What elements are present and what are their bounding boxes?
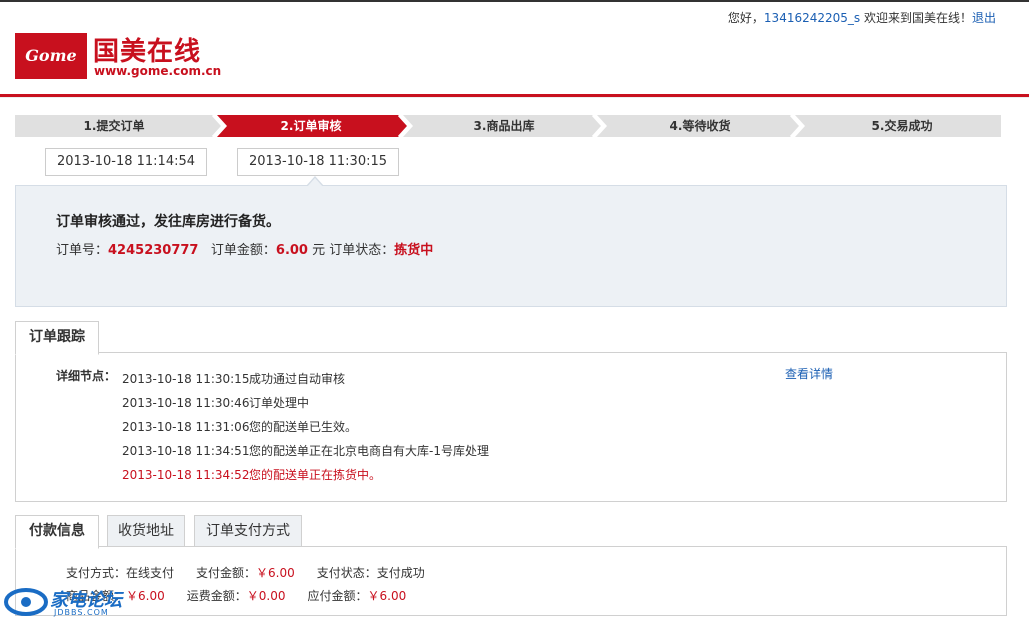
welcome-bar: 您好，13416242205_s 欢迎来到国美在线！退出	[728, 9, 996, 26]
order-progress-steps: 1.提交订单 2.订单审核 3.商品出库 4.等待收货 5.交易成功	[15, 115, 1001, 137]
tab-payment-info[interactable]: 付款信息	[15, 515, 99, 549]
order-state: 拣货中	[394, 243, 434, 258]
step-trade-success: 5.交易成功	[871, 119, 933, 133]
forum-watermark: 家电论坛 JDBBS.COM	[4, 586, 128, 620]
header-divider-shadow	[0, 97, 1029, 98]
due-amount-label: 应付金额：	[307, 589, 368, 603]
logout-link[interactable]: 退出	[972, 11, 996, 25]
status-title: 订单审核通过，发往库房进行备货。	[56, 214, 280, 230]
step-pointer-inner	[307, 178, 323, 187]
order-number-label: 订单号：	[56, 243, 109, 258]
order-status-panel: 订单审核通过，发往库房进行备货。 订单号：4245230777 订单金额：6.0…	[15, 185, 1007, 307]
tracking-text: 成功通过自动审核	[249, 372, 346, 386]
forum-site: JDBBS.COM	[54, 608, 109, 617]
tab-payment-method[interactable]: 订单支付方式	[194, 515, 302, 548]
step-goods-outbound: 3.商品出库	[473, 119, 535, 133]
tracking-row: 2013-10-18 11:31:06您的配送单已生效。	[122, 418, 357, 435]
order-amount-label: 订单金额：	[210, 243, 276, 258]
greeting-text: 您好，	[727, 11, 764, 25]
tracking-time: 2013-10-18 11:31:06	[122, 420, 250, 434]
username-link[interactable]: 13416242205_s	[764, 11, 860, 25]
tab-order-tracking[interactable]: 订单跟踪	[15, 321, 99, 355]
status-summary: 订单号：4245230777 订单金额：6.00 元 订单状态：拣货中	[56, 239, 433, 258]
paid-amount: ￥6.00	[256, 566, 295, 580]
tab-shipping-address[interactable]: 收货地址	[107, 515, 185, 548]
tracking-time: 2013-10-18 11:30:15	[122, 372, 250, 386]
tracking-text: 您的配送单正在拣货中。	[249, 468, 382, 482]
step-1-time: 2013-10-18 11:14:54	[45, 148, 207, 176]
tracking-text: 您的配送单正在北京电商自有大库-1号库处理	[249, 444, 489, 458]
tracking-time: 2013-10-18 11:34:51	[122, 444, 250, 458]
step-order-review: 2.订单审核	[280, 119, 342, 133]
top-border	[0, 0, 1029, 2]
logo-url: www.gome.com.cn	[94, 64, 222, 78]
step-2-time: 2013-10-18 11:30:15	[237, 148, 399, 176]
tracking-text: 您的配送单已生效。	[249, 420, 358, 434]
tracking-label: 详细节点：	[56, 369, 117, 383]
pay-method-label: 支付方式：	[66, 566, 127, 580]
step-await-delivery: 4.等待收货	[669, 119, 731, 133]
shipping-amount-label: 运费金额：	[186, 589, 247, 603]
step-submit-order: 1.提交订单	[83, 119, 145, 133]
welcome-text: 欢迎来到国美在线！	[860, 11, 972, 25]
tracking-row: 2013-10-18 11:34:51您的配送单正在北京电商自有大库-1号库处理	[122, 442, 489, 459]
payment-panel: 支付方式：在线支付 支付金额：￥6.00 支付状态：支付成功 商品金额：￥6.00 运…	[15, 546, 1007, 616]
order-amount: 6.00	[275, 243, 308, 258]
goods-amount: ￥6.00	[126, 589, 165, 603]
order-number: 4245230777	[108, 243, 199, 258]
tracking-time: 2013-10-18 11:34:52	[122, 468, 250, 482]
order-state-label: 订单状态：	[329, 243, 395, 258]
logo-name: 国美在线	[93, 37, 202, 67]
pay-state-label: 支付状态：	[316, 566, 377, 580]
view-details-link[interactable]: 查看详情	[785, 365, 833, 382]
pay-method: 在线支付	[126, 566, 175, 580]
payment-row-1: 支付方式：在线支付 支付金额：￥6.00 支付状态：支付成功	[66, 564, 425, 581]
tracking-row: 2013-10-18 11:30:46订单处理中	[122, 394, 309, 411]
tracking-time: 2013-10-18 11:30:46	[122, 396, 250, 410]
tracking-panel: 详细节点： 查看详情 2013-10-18 11:30:15成功通过自动审核 2…	[15, 352, 1007, 502]
shipping-amount: ￥0.00	[246, 589, 286, 603]
tracking-row-current: 2013-10-18 11:34:52您的配送单正在拣货中。	[122, 466, 381, 483]
forum-logo-icon	[4, 588, 48, 616]
tracking-row: 2013-10-18 11:30:15成功通过自动审核	[122, 370, 345, 387]
due-amount: ￥6.00	[367, 589, 407, 603]
paid-amount-label: 支付金额：	[196, 566, 257, 580]
amount-unit: 元	[307, 243, 330, 258]
tracking-text: 订单处理中	[249, 396, 310, 410]
logo-mark: Gome	[15, 33, 87, 79]
pay-state: 支付成功	[376, 566, 425, 580]
